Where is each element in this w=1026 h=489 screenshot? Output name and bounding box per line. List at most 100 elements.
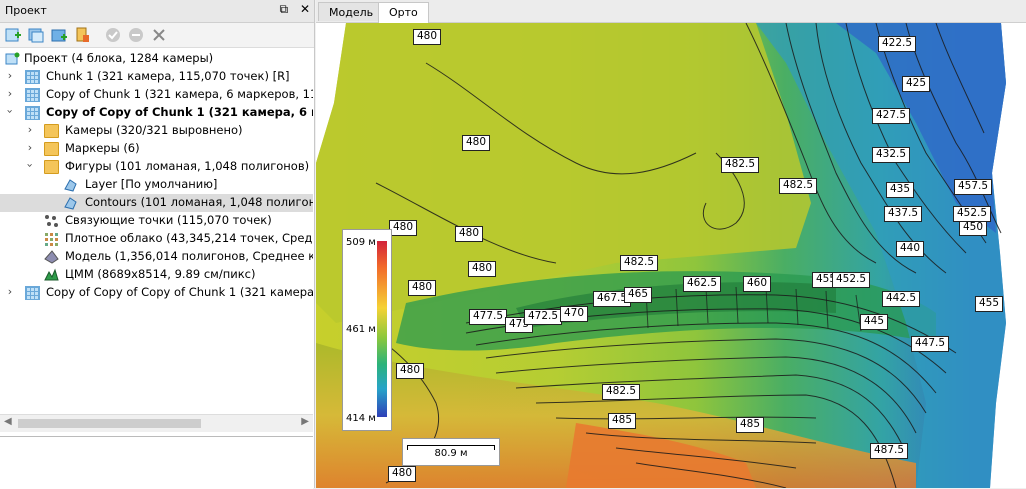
contour-label: 432.5 <box>872 147 911 163</box>
panel-titlebar: Проект ⧉ ✕ <box>0 0 314 23</box>
contour-label: 425 <box>902 76 931 92</box>
contour-label: 487.5 <box>870 443 909 459</box>
contour-label: 462.5 <box>683 276 722 292</box>
scroll-left-icon[interactable]: ◀ <box>4 416 12 427</box>
model-icon <box>44 250 59 264</box>
chevron-right-icon[interactable]: › <box>5 87 15 100</box>
legend-mid: 461 м <box>346 324 376 335</box>
project-icon <box>5 52 20 66</box>
contour-label: 482.5 <box>620 255 659 271</box>
chunk-icon <box>25 106 40 120</box>
contour-label: 482.5 <box>602 384 641 400</box>
legend-color-bar <box>377 241 387 417</box>
dem-icon <box>44 268 59 282</box>
scrollbar-thumb[interactable] <box>18 419 201 428</box>
tie-points-icon <box>44 214 59 228</box>
dense-cloud-icon <box>44 232 59 246</box>
chevron-right-icon[interactable]: › <box>5 285 15 298</box>
properties-panel <box>0 436 313 489</box>
tab-ortho[interactable]: Орто <box>378 2 429 23</box>
contour-label: 477.5 <box>469 309 508 325</box>
enable-icon[interactable] <box>104 26 122 44</box>
legend-min: 414 м <box>346 413 376 424</box>
add-chunk-icon[interactable] <box>4 26 22 44</box>
view-tabs: Модель Орто <box>316 0 1026 23</box>
tree-chunk-1[interactable]: › Chunk 1 (321 камера, 115,070 точек) [R… <box>0 68 313 86</box>
chunk-icon <box>25 88 40 102</box>
contour-label: 480 <box>455 226 484 242</box>
contour-label: 435 <box>886 182 915 198</box>
tree-markers[interactable]: › Маркеры (6) <box>0 140 313 158</box>
contour-label: 480 <box>413 29 442 45</box>
tree-layer[interactable]: Layer [По умолчанию] <box>0 176 313 194</box>
horizontal-scrollbar[interactable]: ◀ ▶ <box>0 414 313 432</box>
contour-label: 422.5 <box>878 36 917 52</box>
chunk-icon <box>25 70 40 84</box>
contour-label: 480 <box>396 363 425 379</box>
contour-label: 450 <box>959 220 988 236</box>
contour-label: 447.5 <box>911 336 950 352</box>
tree-model[interactable]: Модель (1,356,014 полигонов, Среднее кач… <box>0 248 313 266</box>
scroll-right-icon[interactable]: ▶ <box>301 416 309 427</box>
tree-chunk-3[interactable]: › Copy of Copy of Chunk 1 (321 камера, 6… <box>0 104 313 122</box>
contour-label: 480 <box>388 466 417 482</box>
restore-icon[interactable]: ⧉ <box>280 2 289 16</box>
tree-shapes[interactable]: › Фигуры (101 ломаная, 1,048 полигонов) <box>0 158 313 176</box>
tab-model[interactable]: Модель <box>318 2 385 21</box>
scale-bar: 80.9 м <box>402 438 500 466</box>
shape-layer-icon <box>63 178 78 192</box>
project-panel: Проект ⧉ ✕ Проект (4 блока, 1284 камеры)… <box>0 0 315 489</box>
chunk-icon <box>25 286 40 300</box>
tree-contours[interactable]: Contours (101 ломаная, 1,048 полигонов) <box>0 194 313 212</box>
contour-label: 442.5 <box>882 291 921 307</box>
disable-icon[interactable] <box>127 26 145 44</box>
contour-label: 485 <box>608 413 637 429</box>
remove-icon[interactable] <box>150 26 168 44</box>
contour-label: 470 <box>560 306 589 322</box>
chevron-right-icon[interactable]: › <box>25 141 35 154</box>
add-folder-icon[interactable] <box>50 26 68 44</box>
folder-icon <box>44 124 59 138</box>
scale-label: 80.9 м <box>434 448 468 459</box>
contour-label: 472.5 <box>524 309 563 325</box>
folder-open-icon <box>44 160 59 174</box>
chevron-right-icon[interactable]: › <box>5 69 15 82</box>
ortho-viewport[interactable]: 480 480 480 480 480 480 480 480 482.5 48… <box>316 23 1026 488</box>
contour-label: 485 <box>736 417 765 433</box>
contour-label: 480 <box>468 261 497 277</box>
panel-toolbar <box>0 23 314 48</box>
tree-tie-points[interactable]: Связующие точки (115,070 точек) <box>0 212 313 230</box>
contour-label: 480 <box>389 220 418 236</box>
contour-label: 465 <box>624 287 653 303</box>
contour-label: 427.5 <box>872 108 911 124</box>
contour-label: 460 <box>743 276 772 292</box>
contour-label: 455 <box>975 296 1004 312</box>
contour-label: 480 <box>408 280 437 296</box>
contour-label: 452.5 <box>953 206 992 222</box>
chevron-down-icon[interactable]: › <box>4 107 17 117</box>
contour-label: 445 <box>860 314 889 330</box>
chevron-down-icon[interactable]: › <box>24 161 37 171</box>
tree-dense-cloud[interactable]: Плотное облако (43,345,214 точек, Средне… <box>0 230 313 248</box>
contour-label: 440 <box>896 241 925 257</box>
contour-label: 437.5 <box>884 206 923 222</box>
contour-label: 457.5 <box>954 179 993 195</box>
tree-dem[interactable]: ЦММ (8689x8514, 9.89 см/пикс) <box>0 266 313 284</box>
tree-root[interactable]: Проект (4 блока, 1284 камеры) <box>0 50 313 68</box>
folder-icon <box>44 142 59 156</box>
contour-label: 482.5 <box>779 178 818 194</box>
contour-label: 482.5 <box>721 157 760 173</box>
contour-label: 452.5 <box>832 272 871 288</box>
tree-chunk-4[interactable]: › Copy of Copy of Copy of Chunk 1 (321 к… <box>0 284 313 302</box>
chevron-right-icon[interactable]: › <box>25 123 35 136</box>
tree-chunk-2[interactable]: › Copy of Chunk 1 (321 камера, 6 маркеро… <box>0 86 313 104</box>
add-photos-icon[interactable] <box>27 26 45 44</box>
tree-cameras[interactable]: › Камеры (320/321 выровнено) <box>0 122 313 140</box>
import-icon[interactable] <box>73 26 91 44</box>
legend-max: 509 м <box>346 237 376 248</box>
project-tree: Проект (4 блока, 1284 камеры) › Chunk 1 … <box>0 48 313 414</box>
close-icon[interactable]: ✕ <box>300 2 310 16</box>
elevation-legend: 509 м 461 м 414 м <box>342 229 392 431</box>
contour-label: 480 <box>462 135 491 151</box>
shape-layer-icon <box>63 196 78 210</box>
